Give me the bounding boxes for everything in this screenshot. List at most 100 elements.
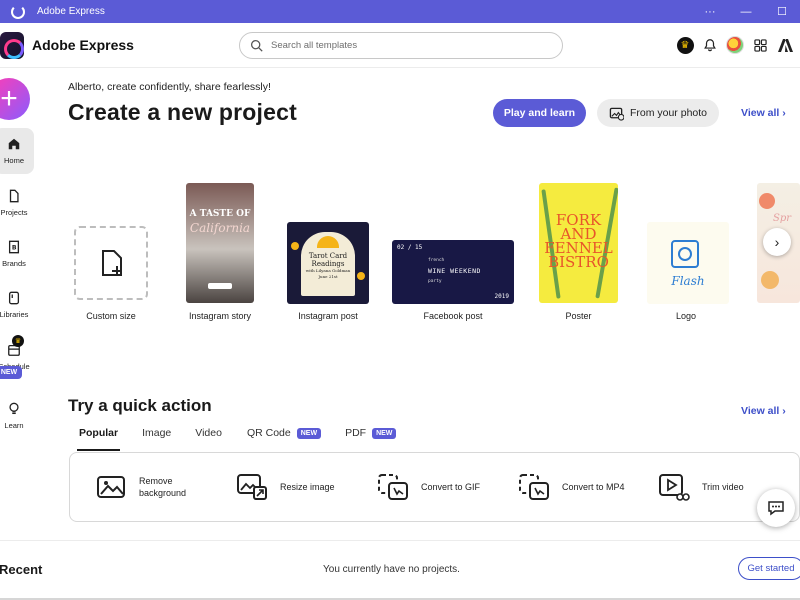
search-input[interactable] [271,40,551,51]
template-label: Custom size [86,311,136,321]
window-title: Adobe Express [37,6,105,17]
premium-button[interactable]: ♛ [675,35,695,55]
camera-lens-icon [678,247,692,261]
home-icon [8,138,20,150]
quick-action-title: Try a quick action [68,396,212,415]
sun-ray-decoration [291,242,299,250]
quick-action-label: Remove background [139,476,187,498]
apps-button[interactable] [750,35,770,55]
template-art-text: A TASTE OF [189,209,251,219]
brands-icon: B [8,240,20,254]
nav-item-projects[interactable]: Projects [0,180,34,226]
play-and-learn-button[interactable]: Play and learn [493,99,586,127]
view-all-label: View all [741,107,780,119]
nav-item-learn[interactable]: Learn [0,393,34,439]
instagram-story-thumbnail[interactable]: A TASTE OF California [186,183,254,303]
window-maximize-button[interactable]: ☐ [764,0,800,23]
section-divider [0,540,800,541]
template-art-text: 02 / 15 [397,244,423,251]
poster-thumbnail[interactable]: FORK AND FENNEL BISTRO [539,183,618,303]
convert-gif-icon [378,474,408,500]
quick-action-resize-image[interactable]: Resize image [236,471,335,503]
template-art-text: Flash [671,274,705,288]
template-art-text: 2019 [494,293,509,300]
adobe-button[interactable] [775,35,795,55]
tab-image[interactable]: Image [142,427,171,451]
profile-button[interactable] [725,35,745,55]
instagram-post-thumbnail[interactable]: Tarot Card Readings with Lilyana Goldman… [287,222,369,304]
template-art-text: party [428,279,442,284]
tab-popular[interactable]: Popular [76,427,121,451]
quick-action-label: Resize image [280,482,335,492]
from-your-photo-button[interactable]: From your photo [597,99,719,127]
projects-icon [9,189,19,203]
flower-decoration [761,271,779,289]
quick-action-label: Convert to MP4 [562,482,625,492]
no-projects-text: You currently have no projects. [323,564,460,575]
remove-background-icon [97,476,125,498]
carousel-next-button[interactable]: › [763,228,791,256]
template-label: Logo [675,311,697,321]
bell-icon [704,39,716,52]
tab-pdf[interactable]: PDF NEW [345,427,397,451]
quick-action-convert-gif[interactable]: Convert to GIF [377,471,480,503]
lightbulb-icon [9,402,19,415]
template-label: Instagram post [298,311,358,321]
template-art-text: California [189,221,251,235]
app-header: Adobe Express ♛ [0,23,800,68]
template-art-text: Spr [773,213,792,224]
window-titlebar: Adobe Express ··· — ☐ [0,0,800,23]
quick-action-label: Convert to GIF [421,482,481,492]
logo-thumbnail[interactable]: Flash [647,222,729,304]
premium-crown-icon: ♛ [12,335,24,347]
quick-action-remove-background[interactable]: Remove background [95,471,199,503]
resize-image-icon [237,474,267,500]
window-minimize-button[interactable]: — [728,0,764,23]
notifications-button[interactable] [700,35,720,55]
quick-action-label: Trim video [702,482,744,492]
custom-size-tile[interactable] [74,226,148,300]
tarot-title: Tarot Card Readings [308,252,348,268]
view-all-quick-actions-link[interactable]: View all › [741,405,786,417]
apps-grid-icon [753,38,767,52]
libraries-icon [8,291,20,305]
get-started-button[interactable]: Get started [738,557,800,580]
new-badge: NEW [296,428,322,439]
tab-qr-code[interactable]: QR Code NEW [246,427,322,451]
view-all-templates-link[interactable]: View all › [741,107,786,119]
create-button[interactable]: + [0,78,30,120]
crown-icon: ♛ [676,36,694,54]
nav-item-brands[interactable]: B Brands [0,231,34,277]
window-more-button[interactable]: ··· [692,0,728,23]
new-badge: NEW [0,366,22,379]
quick-action-tabs: Popular Image Video QR Code NEW PDF NEW [76,427,397,451]
convert-mp4-icon [519,474,549,500]
tab-label: Video [195,427,222,439]
adobe-express-logo-icon[interactable] [0,32,24,59]
header-icons: ♛ [675,35,800,55]
chat-button[interactable] [757,489,795,527]
tab-label: PDF [345,427,367,439]
avatar [726,36,744,54]
window-controls: ··· — ☐ [692,0,800,23]
photo-icon [609,107,624,121]
quick-action-trim-video[interactable]: Trim video [658,471,744,503]
template-label: Instagram story [188,311,252,321]
tab-video[interactable]: Video [195,427,222,451]
tab-label: QR Code [246,427,291,439]
sun-ray-decoration [357,272,365,280]
search-bar[interactable] [239,32,563,59]
quick-action-convert-mp4[interactable]: Convert to MP4 [518,471,625,503]
nav-item-label: Brands [2,259,26,268]
template-art-text: Tarot Card Readings with Lilyana Goldman… [301,252,355,280]
tab-label: Popular [79,427,119,439]
brand-name[interactable]: Adobe Express [32,37,134,53]
recent-title: Recent [0,562,43,577]
trim-video-icon [659,474,690,501]
template-art-text: WINE WEEKEND [428,267,481,275]
nav-item-home[interactable]: Home [0,128,34,174]
facebook-post-thumbnail[interactable]: 02 / 15 french WINE WEEKEND party 2019 [392,240,514,304]
template-art-button [208,283,232,289]
nav-item-libraries[interactable]: Libraries [0,282,34,328]
svg-text:B: B [12,245,17,252]
